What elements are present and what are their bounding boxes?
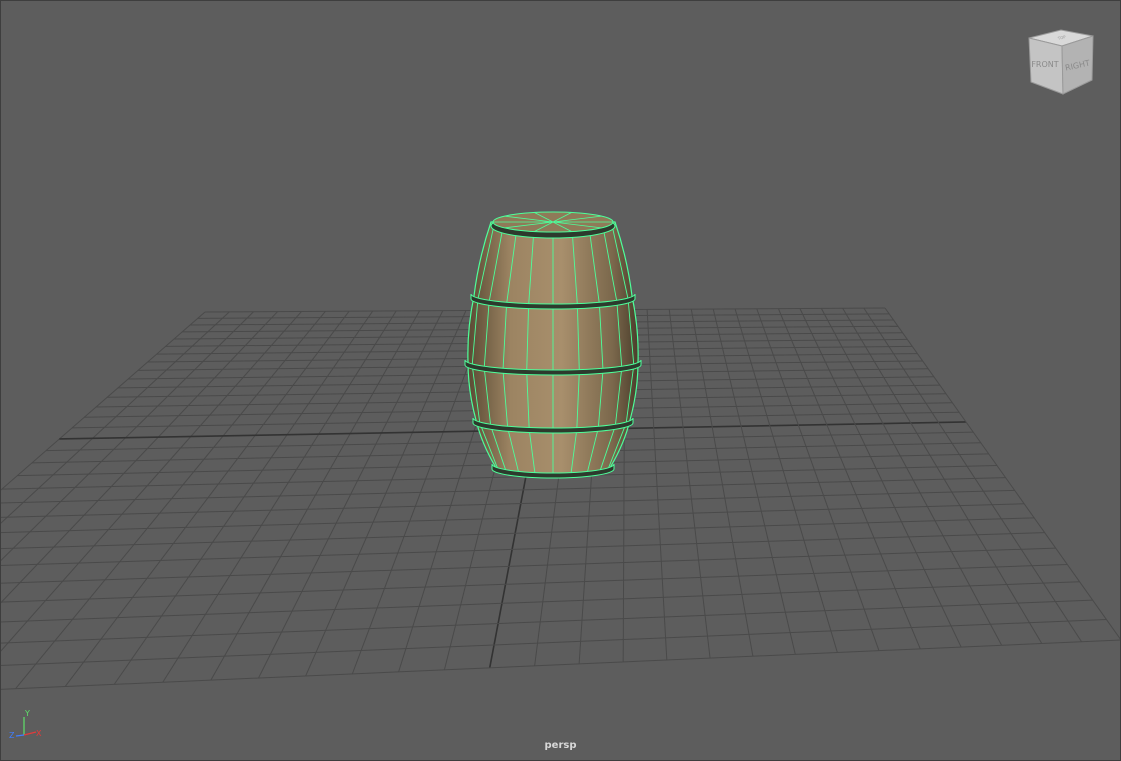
grid-line-u (668, 309, 711, 659)
grid-line-v (0, 639, 1121, 690)
axis-x-label: X (36, 729, 42, 738)
grid-line-v (0, 489, 1015, 518)
grid-line-u (842, 307, 1043, 644)
grid-line-v (0, 581, 1080, 623)
view-cube-front-label: FRONT (1031, 60, 1058, 69)
barrel-mesh[interactable] (464, 211, 642, 479)
grid-line-u (756, 308, 880, 651)
grid-line-u (712, 308, 796, 655)
grid-line-u (734, 308, 838, 653)
grid-line-u (64, 310, 350, 687)
grid-line-v (0, 547, 1056, 584)
grid-line-v (0, 564, 1068, 603)
grid-line-v (0, 618, 1107, 667)
perspective-viewport[interactable]: TOP FRONT RIGHT Y X Z persp (0, 0, 1121, 761)
axis-z-label: Z (9, 731, 15, 740)
grid-line-u (0, 311, 302, 653)
grid-line-u (113, 310, 374, 685)
axis-gizmo: Y X Z (9, 709, 42, 740)
view-cube[interactable]: TOP FRONT RIGHT (1024, 26, 1098, 98)
axis-y-label: Y (24, 709, 30, 718)
axis-x-line (23, 731, 37, 736)
viewport-scene[interactable] (0, 0, 1121, 761)
grid-line-u (884, 307, 1121, 641)
grid-line-u (690, 309, 754, 657)
grid-line-u (646, 309, 668, 661)
grid-line-v (0, 532, 1045, 566)
grid-line-u (799, 308, 962, 648)
axis-z-line (15, 734, 25, 737)
camera-label: persp (544, 740, 577, 751)
